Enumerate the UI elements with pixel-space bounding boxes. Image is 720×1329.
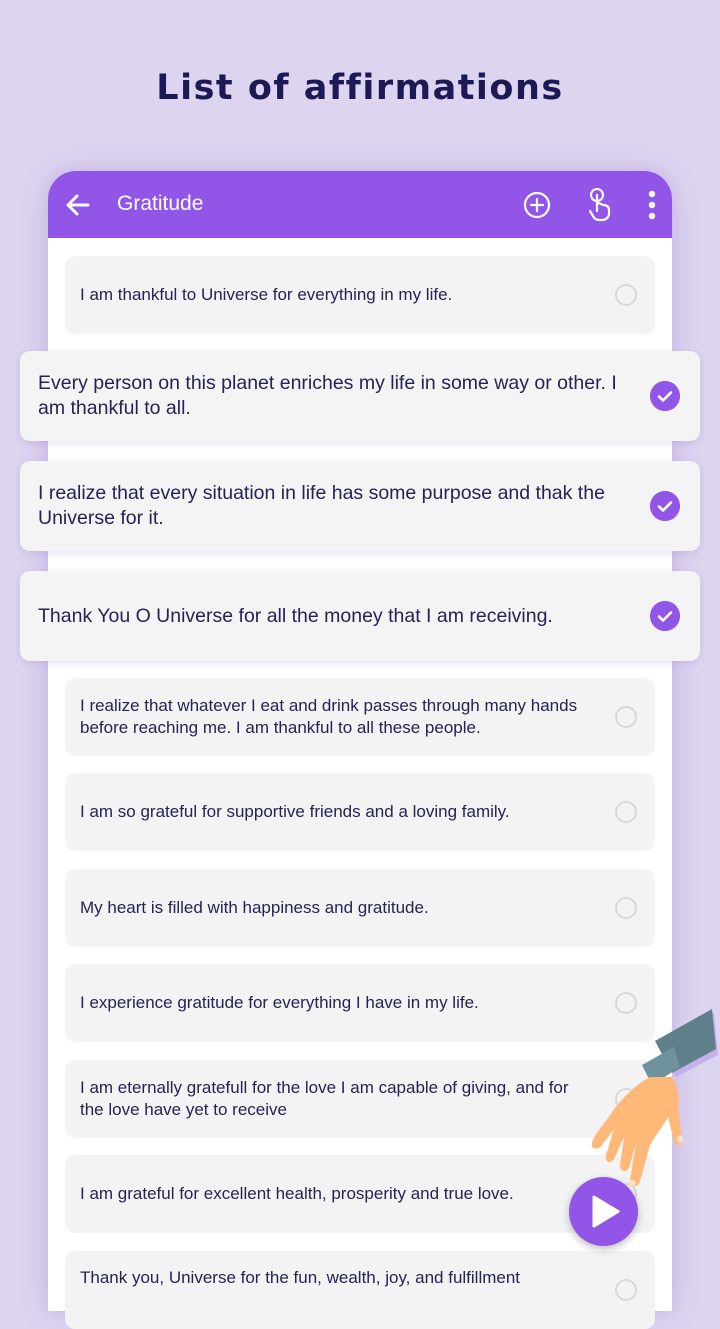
checked-icon[interactable]: [650, 491, 680, 521]
affirmation-item[interactable]: I am grateful for excellent health, pros…: [65, 1155, 655, 1233]
checked-icon[interactable]: [650, 601, 680, 631]
affirmation-item[interactable]: I am so grateful for supportive friends …: [65, 773, 655, 851]
affirmation-item-selected[interactable]: Every person on this planet enriches my …: [20, 351, 700, 441]
affirmation-item-selected[interactable]: I realize that every situation in life h…: [20, 461, 700, 551]
affirmation-text: My heart is filled with happiness and gr…: [80, 898, 429, 917]
play-icon: [592, 1195, 620, 1228]
add-circle-icon[interactable]: [522, 190, 552, 220]
app-bar: Gratitude: [48, 171, 672, 238]
unchecked-radio-icon[interactable]: [615, 284, 637, 306]
affirmation-text: I realize that whatever I eat and drink …: [80, 696, 578, 737]
affirmation-item[interactable]: I experience gratitude for everything I …: [65, 964, 655, 1042]
affirmation-text: I am thankful to Universe for everything…: [80, 285, 453, 304]
affirmation-text: Every person on this planet enriches my …: [38, 372, 617, 419]
play-button[interactable]: [569, 1177, 638, 1246]
checked-icon[interactable]: [650, 381, 680, 411]
pointing-hand-illustration: [591, 1009, 718, 1187]
affirmation-text: I realize that every situation in life h…: [38, 482, 605, 529]
affirmation-text: I am so grateful for supportive friends …: [80, 802, 510, 821]
affirmation-item-selected[interactable]: Thank You O Universe for all the money t…: [20, 571, 700, 661]
affirmation-text: Thank you, Universe for the fun, wealth,…: [80, 1268, 521, 1287]
affirmation-item[interactable]: My heart is filled with happiness and gr…: [65, 869, 655, 947]
affirmation-text: I am grateful for excellent health, pros…: [80, 1184, 514, 1203]
unchecked-radio-icon[interactable]: [615, 1279, 637, 1301]
affirmation-item[interactable]: Thank you, Universe for the fun, wealth,…: [65, 1251, 655, 1329]
back-arrow-icon[interactable]: [62, 189, 94, 221]
page-headline: List of affirmations: [156, 68, 564, 108]
unchecked-radio-icon[interactable]: [615, 897, 637, 919]
more-vertical-icon[interactable]: [644, 189, 660, 221]
touch-gesture-icon[interactable]: [586, 187, 616, 223]
affirmation-item[interactable]: I realize that whatever I eat and drink …: [65, 678, 655, 756]
affirmation-text: I experience gratitude for everything I …: [80, 993, 479, 1012]
affirmation-item[interactable]: I am thankful to Universe for everything…: [65, 256, 655, 334]
affirmation-text: I am eternally gratefull for the love I …: [80, 1078, 569, 1119]
screen-title: Gratitude: [117, 192, 204, 215]
affirmation-item[interactable]: I am eternally gratefull for the love I …: [65, 1060, 655, 1138]
affirmation-text: Thank You O Universe for all the money t…: [38, 604, 553, 627]
unchecked-radio-icon[interactable]: [615, 801, 637, 823]
unchecked-radio-icon[interactable]: [615, 706, 637, 728]
